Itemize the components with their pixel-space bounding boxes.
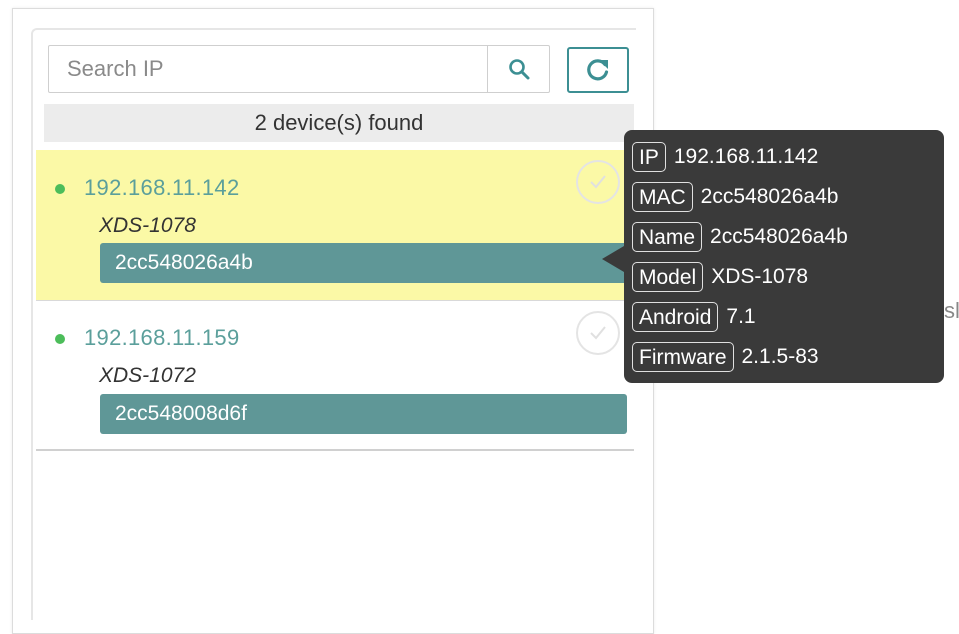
device-item[interactable]: 192.168.11.159 XDS-1072 2cc548008d6f (36, 301, 634, 451)
tooltip-row-mac: MAC 2cc548026a4b (632, 180, 838, 214)
tooltip-value: XDS-1078 (711, 265, 809, 288)
tooltip-row-name: Name 2cc548026a4b (632, 220, 848, 254)
select-device-checkbox[interactable] (576, 160, 620, 204)
tooltip-value: 2cc548026a4b (700, 185, 839, 208)
device-item[interactable]: 192.168.11.142 XDS-1078 2cc548026a4b (36, 150, 634, 301)
refresh-button[interactable] (567, 47, 629, 93)
search-input[interactable] (49, 46, 487, 92)
device-ip: 192.168.11.142 (84, 175, 240, 200)
device-name-bar: 2cc548026a4b (100, 243, 627, 283)
check-icon (590, 175, 606, 189)
tooltip-key: Android (632, 302, 719, 332)
tooltip-key: Model (632, 262, 704, 292)
online-dot-icon (55, 184, 65, 194)
search-button[interactable] (487, 46, 549, 92)
device-ip: 192.168.11.159 (84, 325, 240, 350)
device-info-tooltip: IP 192.168.11.142 MAC 2cc548026a4b Name … (602, 130, 944, 383)
search-icon (508, 59, 529, 80)
tooltip-key: IP (632, 142, 666, 172)
devices-found-status: 2 device(s) found (44, 104, 634, 142)
check-icon (590, 326, 606, 340)
tooltip-value: 2.1.5-83 (741, 345, 819, 368)
online-dot-icon (55, 334, 65, 344)
tooltip-row-model: Model XDS-1078 (632, 260, 808, 294)
device-name: 2cc548026a4b (115, 251, 253, 274)
tooltip-row-firmware: Firmware 2.1.5-83 (632, 340, 819, 374)
tooltip-key: Firmware (632, 342, 734, 372)
tooltip-arrow (602, 246, 624, 272)
partially-hidden-text: sl (944, 298, 959, 323)
device-model: XDS-1072 (99, 364, 196, 387)
tooltip-value: 192.168.11.142 (673, 145, 819, 168)
device-name: 2cc548008d6f (115, 402, 247, 425)
tooltip-value: 7.1 (726, 305, 756, 328)
device-name-bar: 2cc548008d6f (100, 394, 627, 434)
tooltip-row-ip: IP 192.168.11.142 (632, 140, 818, 174)
select-device-checkbox[interactable] (576, 311, 620, 355)
tooltip-value: 2cc548026a4b (710, 225, 848, 248)
device-model: XDS-1078 (99, 214, 196, 237)
tooltip-key: MAC (632, 182, 693, 212)
tooltip-key: Name (632, 222, 703, 252)
search-box (48, 45, 550, 93)
devices-found-text: 2 device(s) found (254, 110, 424, 135)
tooltip-row-android: Android 7.1 (632, 300, 756, 334)
refresh-icon (587, 59, 609, 81)
